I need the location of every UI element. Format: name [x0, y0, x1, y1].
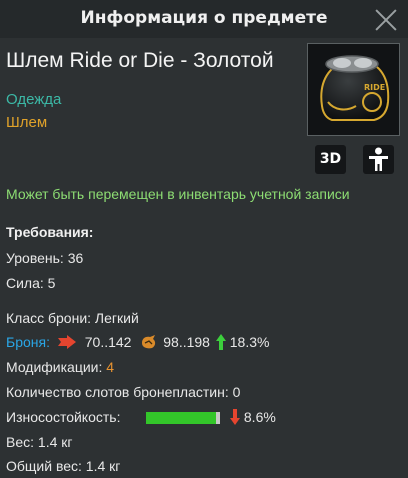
armor-pierce-value: 70..142	[84, 334, 132, 350]
3d-view-button[interactable]: 3D	[315, 145, 346, 174]
armor-label[interactable]: Броня:	[6, 334, 50, 350]
character-preview-icon[interactable]	[363, 145, 394, 174]
helmet-image: RIDE	[307, 43, 400, 136]
pierce-damage-icon	[57, 335, 76, 349]
requirement-strength: Сила: 5	[6, 275, 56, 291]
armor-class: Класс брони: Легкий	[6, 310, 139, 326]
modifications-row: Модификации: 4	[6, 359, 114, 375]
armor-row: Броня: 70..142 98..198 18.3%	[6, 334, 269, 350]
item-weight: Вес: 1.4 кг	[6, 434, 73, 450]
requirements-title: Требования:	[6, 224, 94, 240]
durability-change-value: 8.6%	[243, 409, 276, 425]
durability-label: Износостойкость:	[6, 409, 121, 425]
armor-blunt-value: 98..198	[163, 334, 210, 350]
modifications-value: 4	[106, 359, 115, 375]
arrow-down-icon	[230, 409, 240, 425]
svg-text:RIDE: RIDE	[364, 83, 385, 92]
item-subcategory: Шлем	[6, 114, 48, 131]
armor-plate-slots: Количество слотов бронепластин: 0	[6, 384, 241, 400]
account-transfer-notice: Может быть перемещен в инвентарь учетной…	[6, 186, 350, 202]
blunt-damage-icon	[142, 335, 156, 349]
modifications-label: Модификации:	[6, 359, 103, 375]
durability-bar-tip	[216, 412, 220, 424]
requirement-level: Уровень: 36	[6, 250, 84, 266]
window-title: Информация о предмете	[80, 8, 328, 28]
arrow-up-icon	[215, 334, 226, 350]
durability-bar-fill	[146, 412, 217, 424]
item-category: Одежда	[6, 91, 62, 108]
item-name: Шлем Ride or Die - Золотой	[6, 49, 274, 72]
total-weight: Общий вес: 1.4 кг	[6, 458, 121, 474]
durability-change-row: 8.6%	[230, 409, 276, 425]
close-icon[interactable]	[374, 8, 398, 32]
armor-change-value: 18.3%	[229, 334, 270, 350]
durability-bar	[146, 412, 220, 424]
